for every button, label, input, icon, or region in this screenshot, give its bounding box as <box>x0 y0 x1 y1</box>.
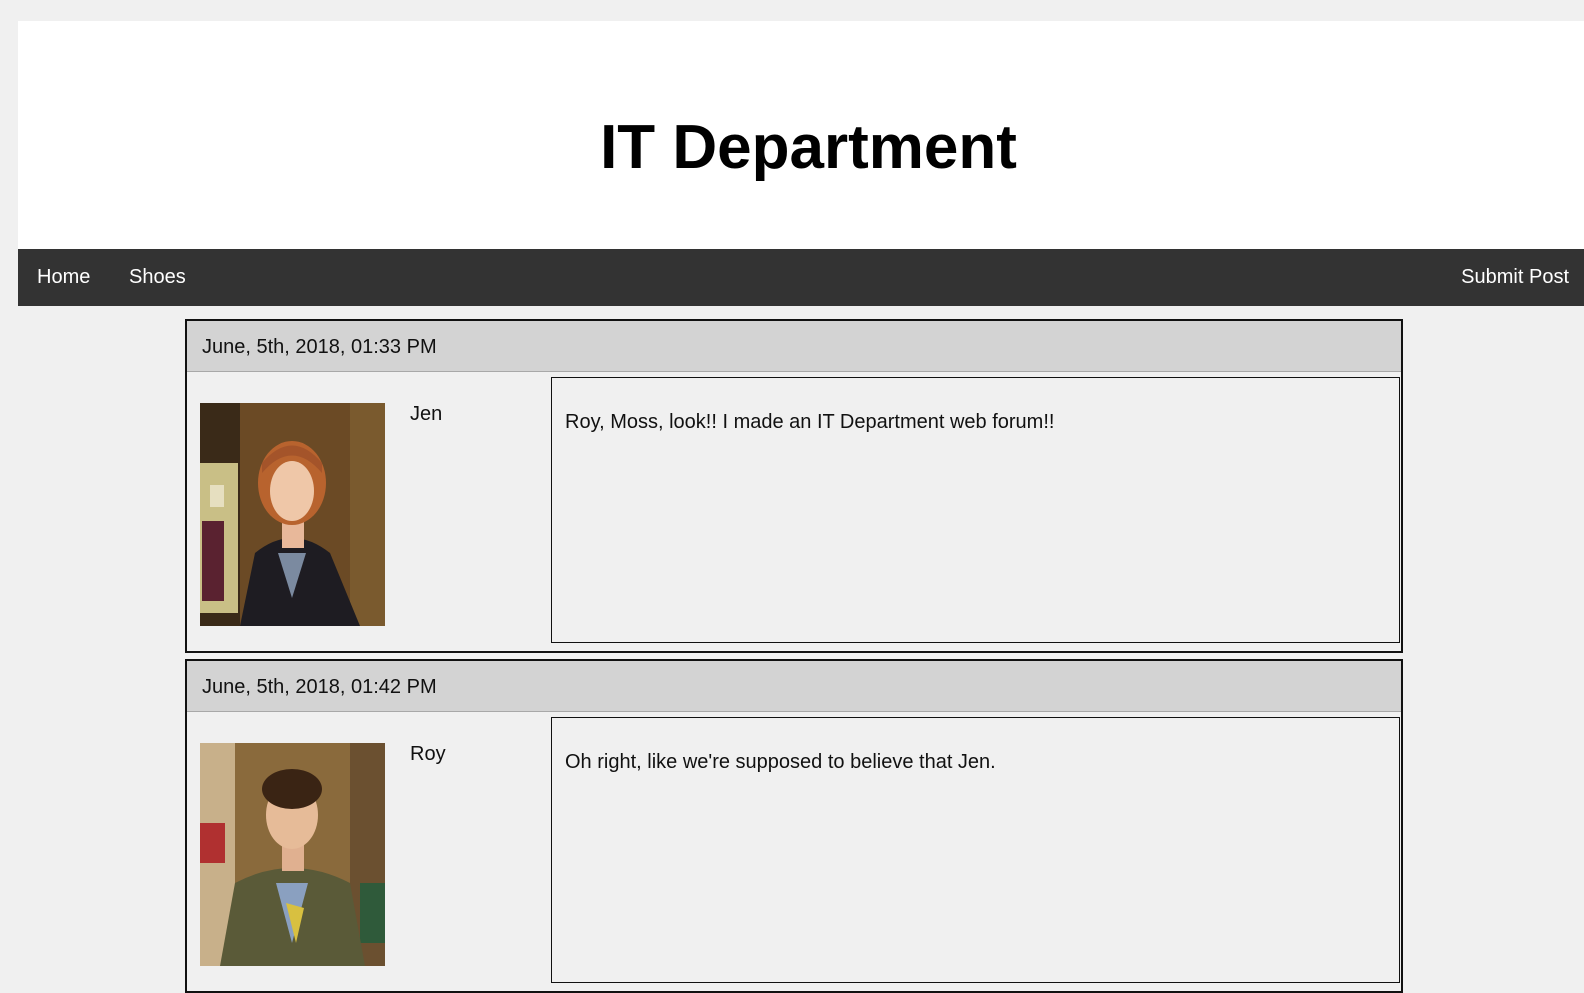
nav-submit-post-link[interactable]: Submit Post <box>1461 249 1569 306</box>
post-author: Roy <box>410 743 446 765</box>
navbar: Home Shoes Submit Post <box>18 249 1584 306</box>
post-text: Oh right, like we're supposed to believe… <box>565 751 996 773</box>
site-header: IT Department <box>18 21 1584 249</box>
post-timestamp: June, 5th, 2018, 01:33 PM <box>202 336 437 358</box>
nav-home-link[interactable]: Home <box>37 249 90 306</box>
forum-post: June, 5th, 2018, 01:42 PM Roy Oh right, … <box>185 659 1403 993</box>
post-header: June, 5th, 2018, 01:33 PM <box>187 321 1401 372</box>
avatar <box>200 403 385 626</box>
post-timestamp: June, 5th, 2018, 01:42 PM <box>202 676 437 698</box>
post-body: Oh right, like we're supposed to believe… <box>551 717 1400 983</box>
post-text: Roy, Moss, look!! I made an IT Departmen… <box>565 411 1055 433</box>
nav-shoes-link[interactable]: Shoes <box>129 249 186 306</box>
avatar <box>200 743 385 966</box>
site-title: IT Department <box>600 113 1017 182</box>
post-body: Roy, Moss, look!! I made an IT Departmen… <box>551 377 1400 643</box>
post-header: June, 5th, 2018, 01:42 PM <box>187 661 1401 712</box>
forum-post: June, 5th, 2018, 01:33 PM Jen Roy, Moss,… <box>185 319 1403 653</box>
post-author: Jen <box>410 403 443 425</box>
